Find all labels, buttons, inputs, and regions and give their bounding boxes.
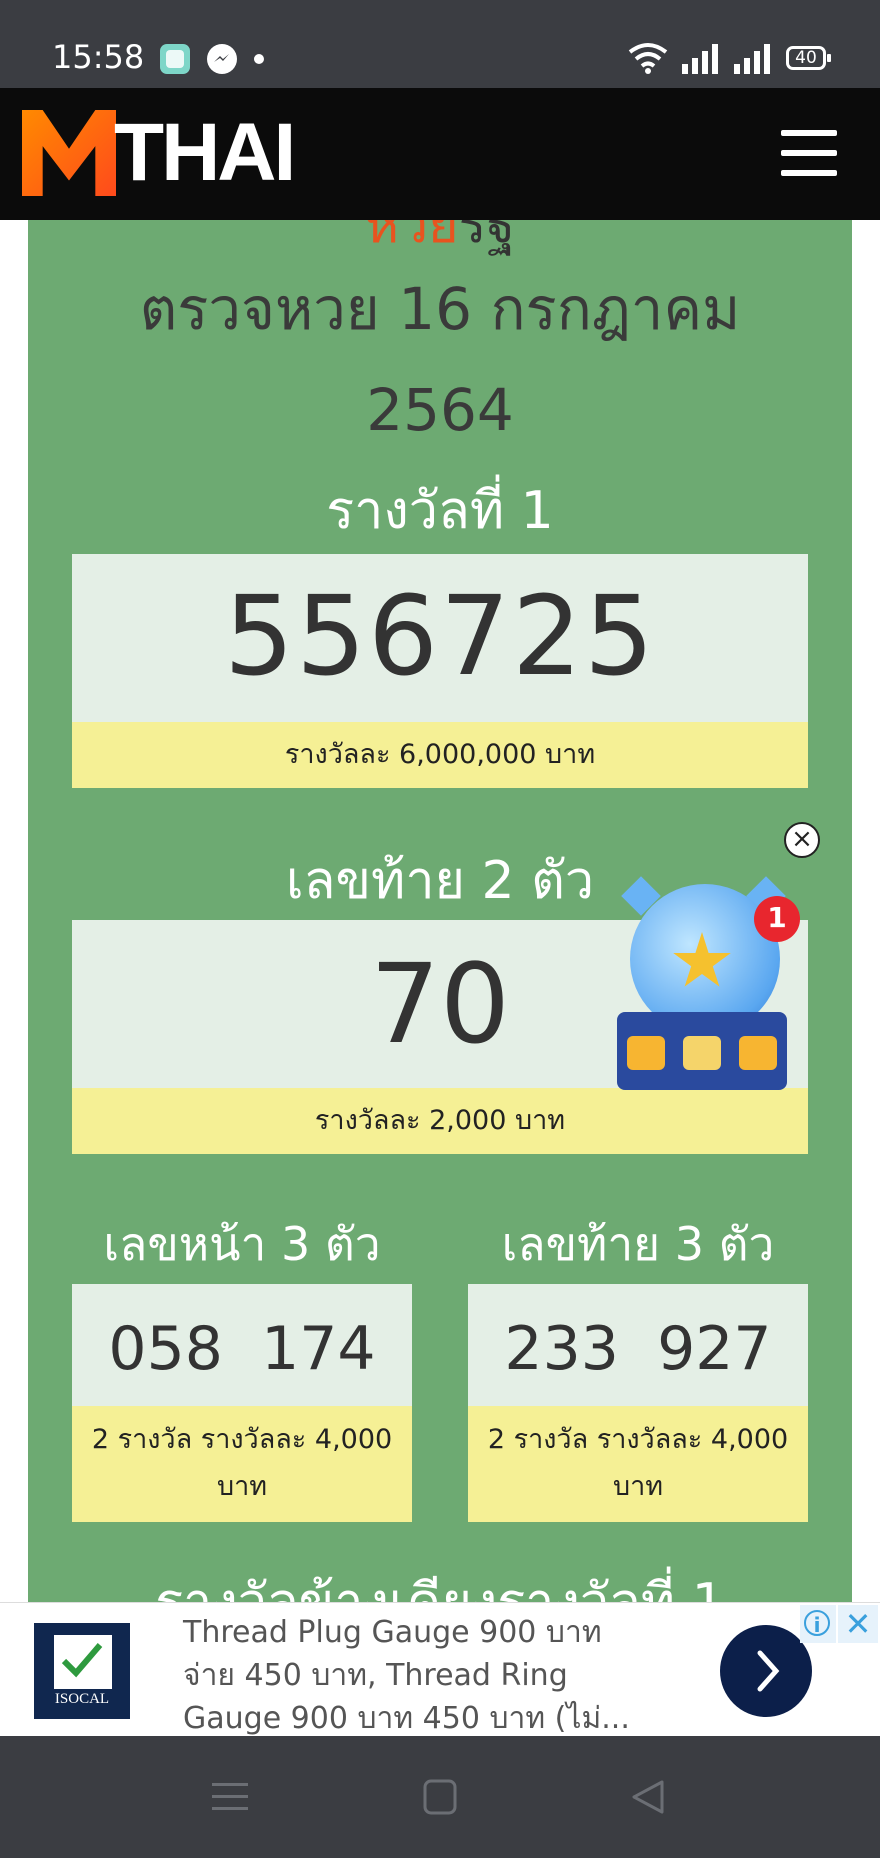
signal-icon [680, 44, 722, 78]
recent-apps-icon[interactable] [210, 1780, 250, 1814]
ad-go-button[interactable] [720, 1625, 812, 1717]
home-icon[interactable] [422, 1778, 458, 1816]
messenger-icon [207, 44, 237, 74]
first-prize-number: 556725 [224, 572, 656, 700]
android-nav-bar [0, 1736, 880, 1858]
notification-dot-icon [254, 54, 264, 64]
first-prize-reward: รางวัลละ 6,000,000 บาท [72, 722, 808, 788]
clock: 15:58 [52, 38, 145, 76]
last-3-reward-line1: 2 รางวัล รางวัลละ 4,000 [487, 1424, 789, 1455]
first-prize-heading: รางวัลที่ 1 [326, 481, 554, 541]
page-title-year: 2564 [366, 376, 514, 444]
battery-icon: 40 [786, 46, 831, 70]
checkmark-icon [54, 1635, 112, 1689]
ad-text: Thread Plug Gauge 900 บาท จ่าย 450 บาท, … [183, 1611, 643, 1740]
back-icon[interactable] [628, 1778, 668, 1816]
front-3-reward: 2 รางวัล รางวัลละ 4,000 บาท [72, 1406, 412, 1522]
info-icon: i [804, 1610, 830, 1637]
page-content: หวยรัฐ ตรวจหวย 16 กรกฎาคม 2564 รางวัลที่… [0, 220, 880, 1602]
next-section-heading-cut-off: รางวัลข้างเคียงรางวัลที่ 1 [28, 1560, 852, 1602]
page-title: ตรวจหวย 16 กรกฎาคม [139, 275, 741, 343]
app-icon [160, 44, 190, 74]
ad-text-line1: Thread Plug Gauge 900 บาท [183, 1615, 602, 1650]
last-3-reward: 2 รางวัล รางวัลละ 4,000 บาท [468, 1406, 808, 1522]
chevron-right-icon [757, 1650, 780, 1692]
first-prize-box: 556725 รางวัลละ 6,000,000 บาท [72, 554, 808, 788]
close-icon[interactable]: × [784, 822, 820, 858]
logo-thai-text: THAI [114, 107, 296, 198]
gacha-machine-base [617, 1012, 787, 1090]
front-3-reward-line2: บาท [216, 1471, 268, 1502]
floating-game-widget[interactable]: × 1 [612, 822, 820, 1112]
ad-banner[interactable]: ISOCAL Thread Plug Gauge 900 บาท จ่าย 45… [0, 1602, 880, 1737]
signal-icon [732, 44, 774, 78]
front-3-numbers: 058 174 [108, 1314, 376, 1384]
notification-badge: 1 [754, 896, 800, 942]
ad-close-button[interactable]: ✕ [838, 1605, 878, 1643]
last-3-box: 233 927 2 รางวัล รางวัลละ 4,000 บาท [468, 1284, 808, 1522]
status-bar: 15:58 40 [0, 0, 880, 88]
last-3-numbers: 233 927 [504, 1314, 772, 1384]
ad-text-line3: Gauge 900 บาท 450 บาท (ไม่... [183, 1701, 630, 1736]
last-3-reward-line2: บาท [612, 1471, 664, 1502]
hamburger-menu-icon[interactable] [781, 130, 837, 176]
wifi-icon [628, 42, 668, 78]
last-3-heading: เลขท้าย 3 ตัว [501, 1217, 775, 1271]
isocal-logo: ISOCAL [34, 1623, 130, 1719]
front-3-box: 058 174 2 รางวัล รางวัลละ 4,000 บาท [72, 1284, 412, 1522]
front-3-heading: เลขหน้า 3 ตัว [103, 1217, 381, 1271]
front-3-reward-line1: 2 รางวัล รางวัลละ 4,000 [91, 1424, 393, 1455]
site-header: THAI [0, 88, 880, 220]
partial-heading-cut-off: หวยรัฐ [364, 220, 516, 255]
ad-info-button[interactable]: i [800, 1605, 836, 1643]
logo-m-mark [22, 110, 116, 196]
ad-text-line2: จ่าย 450 บาท, Thread Ring [183, 1658, 568, 1693]
isocal-logo-text: ISOCAL [54, 1691, 110, 1707]
